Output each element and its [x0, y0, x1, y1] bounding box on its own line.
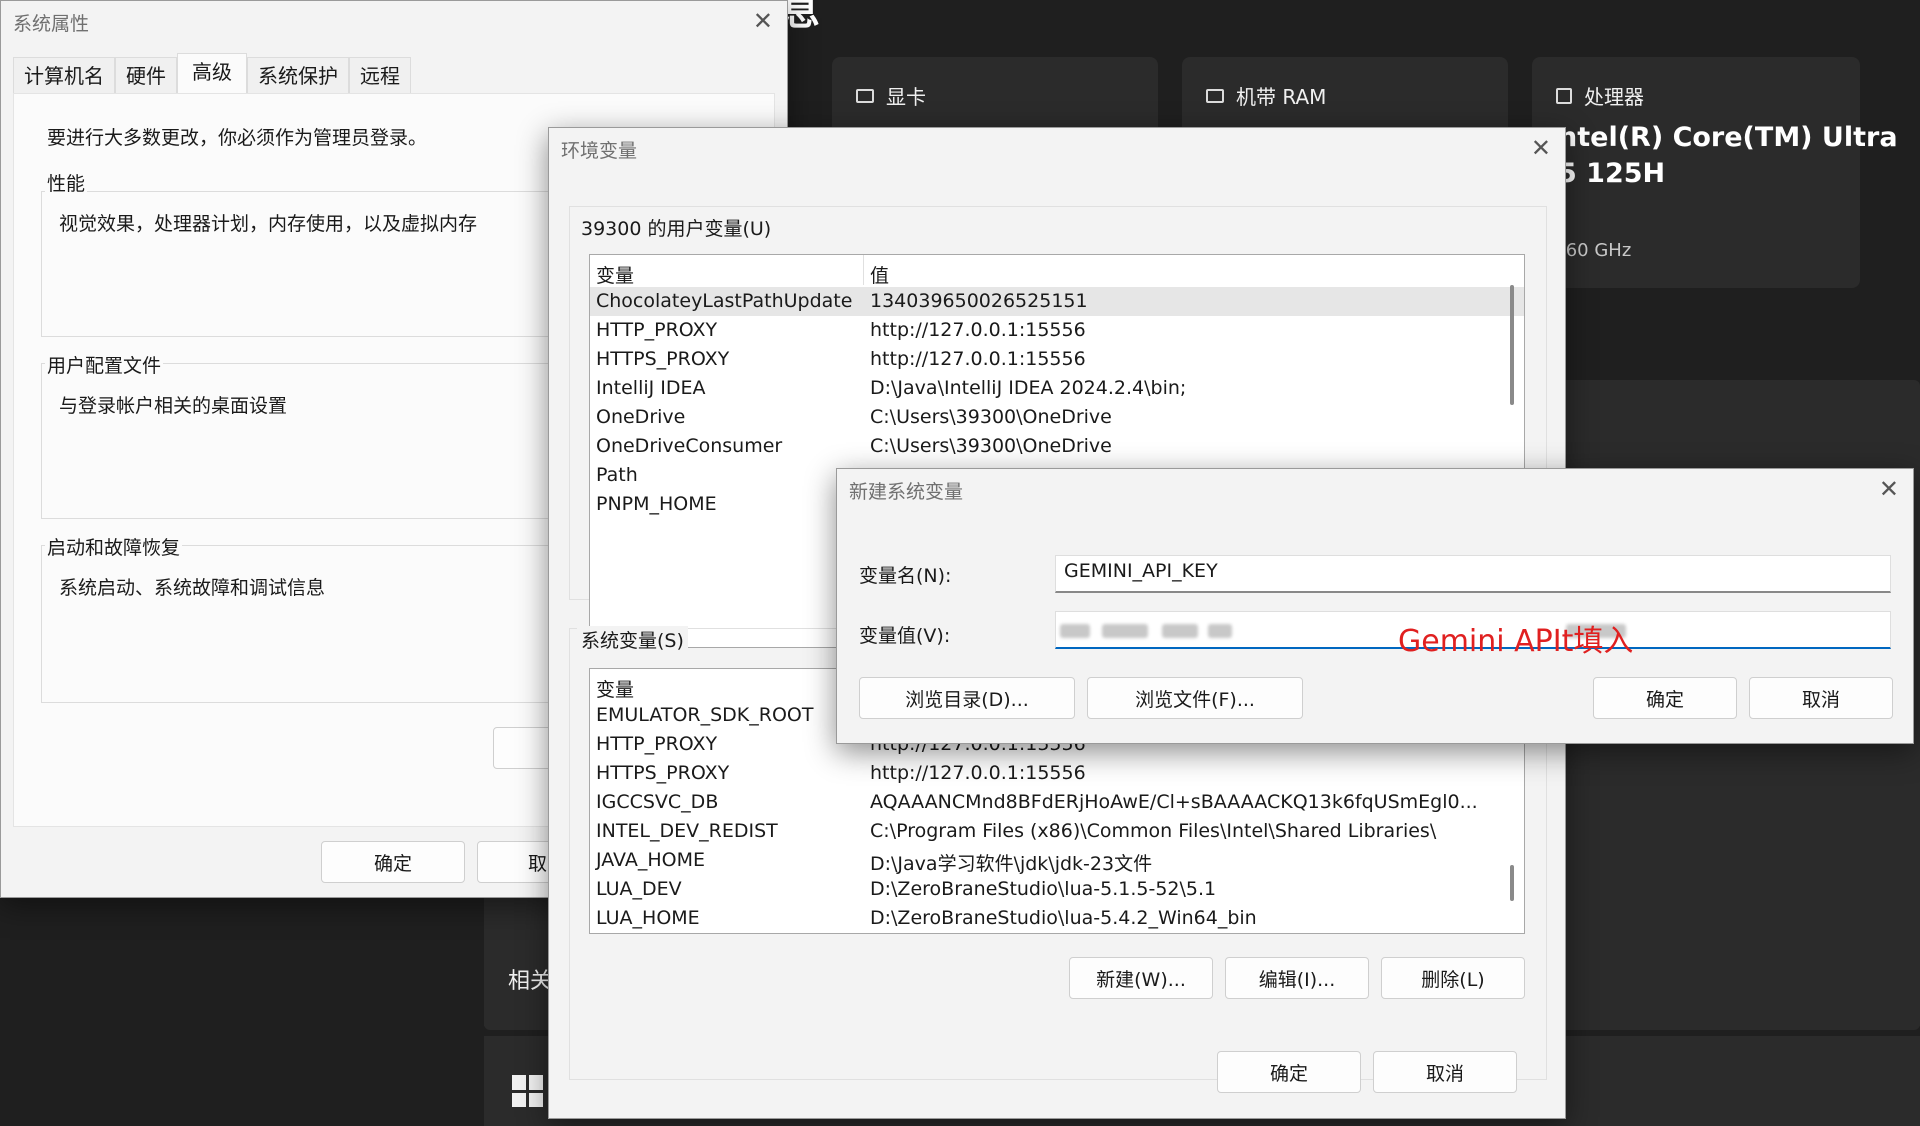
user-vars-label: 39300 的用户变量(U)	[577, 214, 776, 241]
spec-card-label: 处理器	[1584, 85, 1644, 109]
table-row[interactable]: OneDrive C:\Users\39300\OneDrive	[590, 403, 1524, 432]
table-row[interactable]: OneDriveConsumer C:\Users\39300\OneDrive	[590, 432, 1524, 461]
column-header-value[interactable]: 值	[870, 261, 889, 288]
processor-icon	[1556, 87, 1572, 104]
table-row[interactable]: INTEL_DEV_REDIST C:\Program Files (x86)\C…	[590, 817, 1524, 846]
table-row[interactable]: LUA_DEV D:\ZeroBraneStudio\lua-5.1.5-52\5…	[590, 875, 1524, 904]
dialog-title: 系统属性	[13, 13, 90, 35]
admin-notice: 要进行大多数更改，你必须作为管理员登录。	[47, 127, 428, 149]
scrollbar[interactable]	[1510, 285, 1514, 405]
browse-file-button[interactable]: 浏览文件(F)...	[1087, 677, 1303, 719]
processor-frequency: .60 GHz	[1560, 240, 1632, 261]
variable-value-input[interactable]: Gemini APIt填入	[1055, 611, 1891, 659]
edit-button[interactable]: 编辑(I)...	[1225, 957, 1369, 999]
display-icon	[856, 88, 874, 103]
column-header-variable[interactable]: 变量	[596, 261, 634, 288]
spec-card-label: 显卡	[886, 85, 926, 109]
redacted-text	[1162, 624, 1198, 638]
startup-recovery-desc: 系统启动、系统故障和调试信息	[59, 577, 326, 599]
processor-value-line1: ntel(R) Core(TM) Ultra	[1558, 122, 1898, 153]
table-row[interactable]: LUA_HOME D:\ZeroBraneStudio\lua-5.4.2_Win…	[590, 904, 1524, 933]
performance-desc: 视觉效果，处理器计划，内存使用，以及虚拟内存	[59, 213, 478, 235]
startup-recovery-label: 启动和故障恢复	[45, 533, 183, 560]
user-profile-group	[41, 363, 562, 519]
system-vars-label: 系统变量(S)	[577, 626, 688, 653]
tab-strip: 计算机名 硬件 高级 系统保护 远程	[13, 53, 411, 94]
windows-start-icon[interactable]	[512, 1075, 544, 1107]
table-row[interactable]: HTTP_PROXY http://127.0.0.1:15556	[590, 316, 1524, 345]
dialog-title: 新建系统变量	[849, 481, 964, 503]
ok-button[interactable]: 确定	[1593, 677, 1737, 719]
close-icon[interactable]: ✕	[1879, 475, 1899, 503]
redacted-text	[1102, 624, 1148, 638]
table-row[interactable]: IntelliJ IDEA D:\Java\IntelliJ IDEA 2024.…	[590, 374, 1524, 403]
cancel-button[interactable]: 取消	[1749, 677, 1893, 719]
tab-computer-name[interactable]: 计算机名	[13, 57, 115, 94]
spec-card-label: 机带 RAM	[1236, 85, 1327, 109]
delete-button[interactable]: 删除(L)	[1381, 957, 1525, 999]
ok-button[interactable]: 确定	[321, 841, 465, 883]
tab-advanced[interactable]: 高级	[177, 53, 247, 94]
table-row[interactable]: HTTPS_PROXY http://127.0.0.1:15556	[590, 759, 1524, 788]
variable-value-label: 变量值(V):	[859, 625, 951, 647]
redacted-text	[1208, 624, 1232, 638]
close-icon[interactable]: ✕	[753, 7, 773, 35]
titlebar: 系统属性 ✕	[1, 1, 787, 45]
startup-recovery-group	[41, 545, 562, 703]
user-profile-desc: 与登录帐户相关的桌面设置	[59, 395, 288, 417]
tab-hardware[interactable]: 硬件	[115, 57, 177, 94]
table-row[interactable]: ChocolateyLastPathUpdate 1340396500265251…	[590, 287, 1524, 316]
column-header-variable[interactable]: 变量	[596, 675, 634, 702]
table-row[interactable]: HTTPS_PROXY http://127.0.0.1:15556	[590, 345, 1524, 374]
titlebar: 新建系统变量 ✕	[837, 469, 1913, 513]
performance-label: 性能	[45, 169, 88, 196]
scrollbar[interactable]	[1510, 865, 1514, 901]
redacted-text	[1060, 624, 1090, 638]
dialog-title: 环境变量	[561, 140, 638, 162]
variable-name-label: 变量名(N):	[859, 565, 952, 587]
processor-value: ntel(R) Core(TM) Ultra 5 125H	[1558, 120, 1898, 192]
processor-value-line2: 5 125H	[1558, 158, 1666, 189]
close-icon[interactable]: ✕	[1531, 134, 1551, 162]
ok-button[interactable]: 确定	[1217, 1051, 1361, 1093]
table-row[interactable]: JAVA_HOME D:\Java学习软件\jdk\jdk-23文件	[590, 846, 1524, 875]
memory-icon	[1206, 88, 1224, 103]
titlebar: 环境变量 ✕	[549, 128, 1565, 172]
tab-system-protection[interactable]: 系统保护	[247, 57, 349, 94]
tab-remote[interactable]: 远程	[349, 57, 411, 94]
variable-name-input[interactable]: GEMINI_API_KEY	[1055, 555, 1891, 593]
table-header: 变量 值	[590, 255, 1524, 288]
settings-button-partial[interactable]	[493, 727, 553, 769]
cancel-button[interactable]: 取消	[1373, 1051, 1517, 1093]
related-settings-label: 相关	[508, 969, 553, 994]
new-system-variable-dialog: 新建系统变量 ✕ 变量名(N): GEMINI_API_KEY 变量值(V): …	[836, 468, 1914, 744]
annotation-note: Gemini APIt填入	[1398, 624, 1634, 659]
table-row[interactable]: IGCCSVC_DB AQAAANCMnd8BFdERjHoAwE/Cl+sBAA…	[590, 788, 1524, 817]
user-profile-label: 用户配置文件	[45, 351, 164, 378]
new-button[interactable]: 新建(W)...	[1069, 957, 1213, 999]
browse-directory-button[interactable]: 浏览目录(D)...	[859, 677, 1075, 719]
